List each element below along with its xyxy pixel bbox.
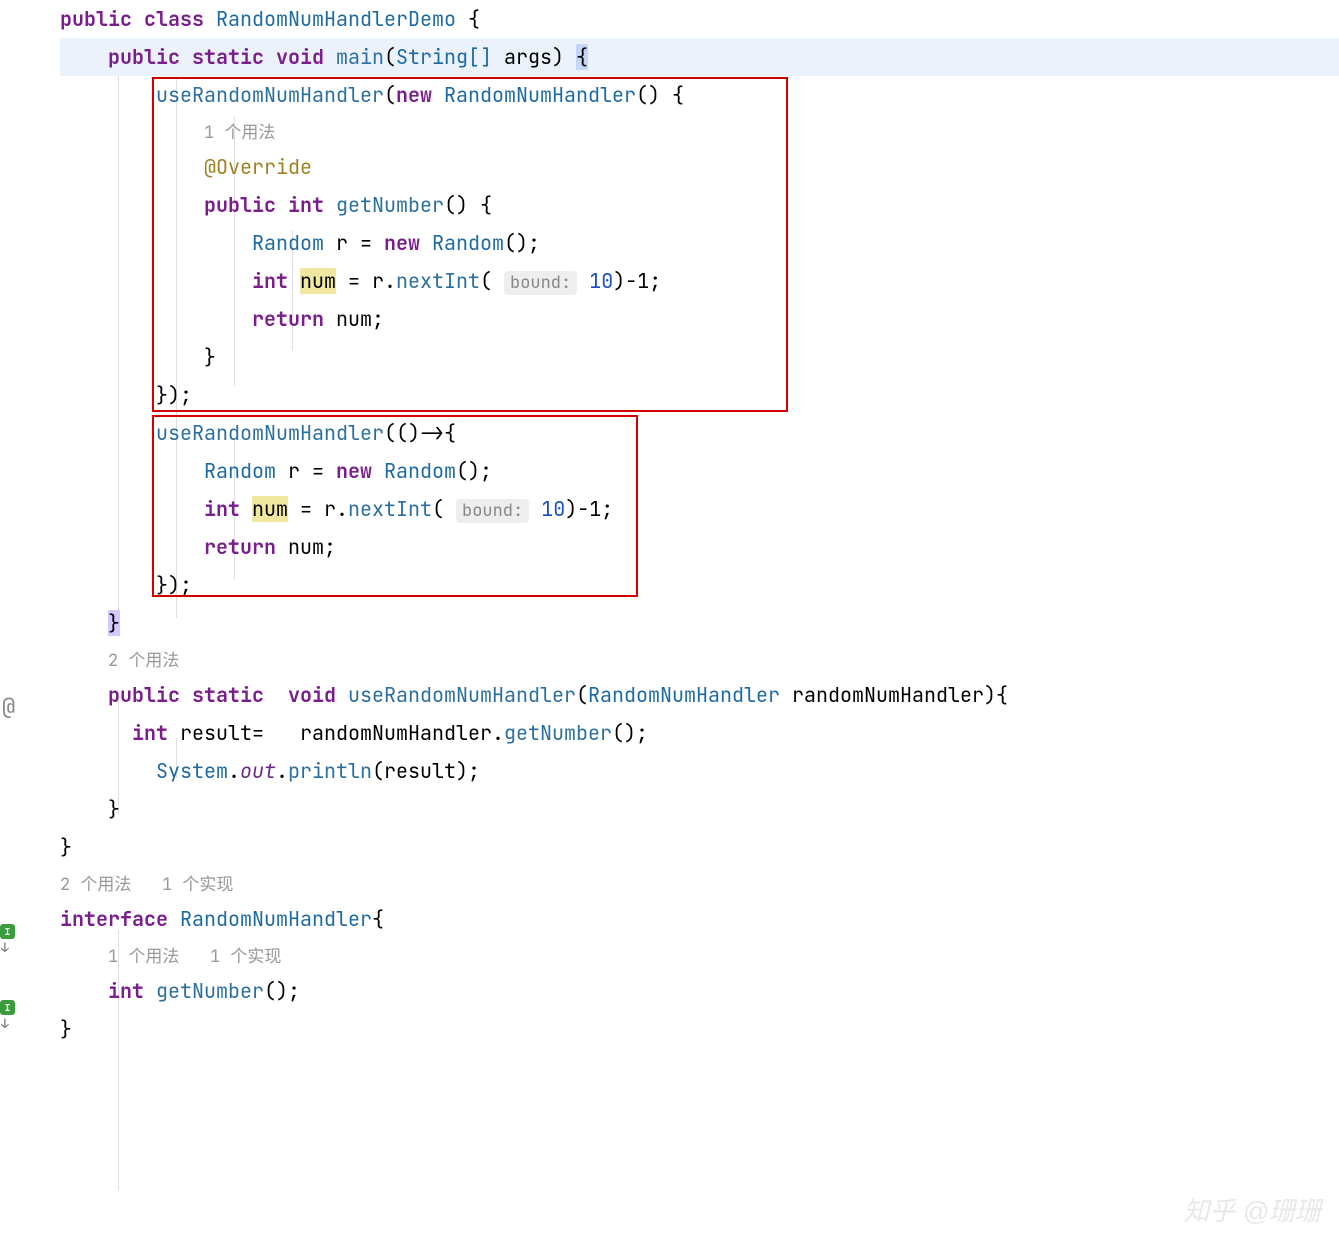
code-line[interactable]: } <box>60 790 1339 828</box>
code-line[interactable]: useRandomNumHandler(()->{ <box>60 414 1339 452</box>
code-line[interactable]: }); <box>60 376 1339 414</box>
code-line[interactable]: System.out.println(result); <box>60 752 1339 790</box>
code-line[interactable]: } <box>60 338 1339 376</box>
code-line[interactable]: public static void main(String[] args) { <box>60 38 1339 76</box>
interface-impl-icon[interactable]: I↓ <box>0 998 18 1016</box>
usage-hint[interactable]: 2 个用法 <box>60 642 1339 676</box>
code-editor[interactable]: public class RandomNumHandlerDemo { publ… <box>60 0 1339 1048</box>
code-line[interactable]: return num; <box>60 528 1339 566</box>
gutter: @ I↓ I↓ <box>0 0 60 1246</box>
code-line[interactable]: int getNumber(); <box>60 972 1339 1010</box>
code-line[interactable]: }); <box>60 566 1339 604</box>
code-line[interactable]: } <box>60 1010 1339 1048</box>
code-line[interactable]: interface RandomNumHandler{ <box>60 900 1339 938</box>
code-line[interactable]: public int getNumber() { <box>60 186 1339 224</box>
watermark: 知乎 @珊珊 <box>1183 1191 1321 1228</box>
at-sign-icon: @ <box>2 692 15 721</box>
usage-hint[interactable]: 2 个用法 1 个实现 <box>60 866 1339 900</box>
code-line[interactable]: } <box>60 604 1339 642</box>
code-line[interactable]: return num; <box>60 300 1339 338</box>
code-line[interactable]: Random r = new Random(); <box>60 224 1339 262</box>
code-line[interactable]: public class RandomNumHandlerDemo { <box>60 0 1339 38</box>
usage-hint[interactable]: 1 个用法 <box>60 114 1339 148</box>
usage-hint[interactable]: 1 个用法 1 个实现 <box>60 938 1339 972</box>
code-line[interactable]: public static void useRandomNumHandler(R… <box>60 676 1339 714</box>
code-line[interactable]: Random r = new Random(); <box>60 452 1339 490</box>
interface-impl-icon[interactable]: I↓ <box>0 922 18 940</box>
code-line[interactable]: int num = r.nextInt( bound: 10)-1; <box>60 262 1339 300</box>
code-line[interactable]: useRandomNumHandler(new RandomNumHandler… <box>60 76 1339 114</box>
code-line[interactable]: @Override <box>60 148 1339 186</box>
code-line[interactable]: int result= randomNumHandler.getNumber()… <box>60 714 1339 752</box>
code-line[interactable]: } <box>60 828 1339 866</box>
code-line[interactable]: int num = r.nextInt( bound: 10)-1; <box>60 490 1339 528</box>
